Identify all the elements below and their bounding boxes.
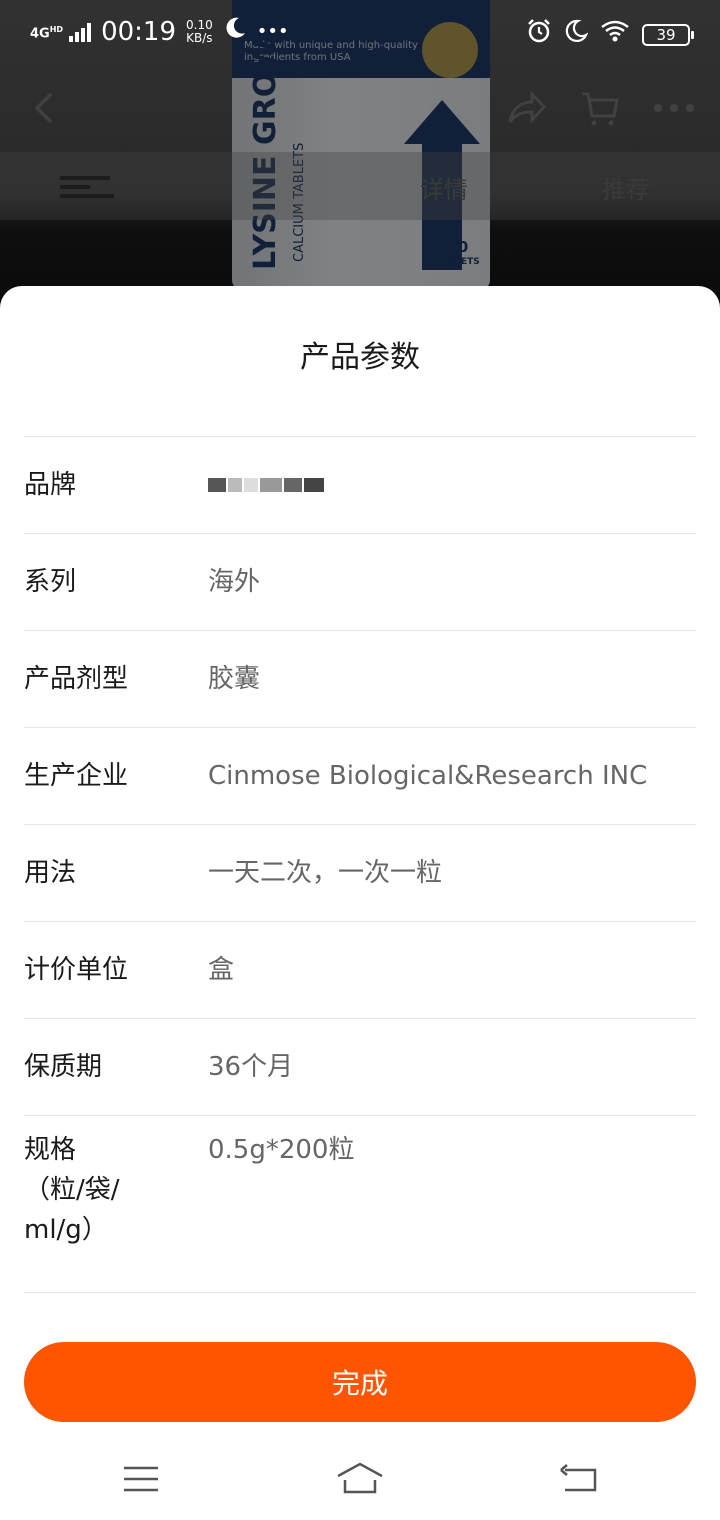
redacted-brand-name: [208, 475, 696, 495]
param-value: 盒: [208, 955, 235, 985]
signal-icon: [69, 22, 92, 42]
speed-value: 0.10: [186, 17, 213, 32]
param-label: 产品剂型: [24, 664, 129, 694]
network-suffix: HD: [49, 24, 64, 34]
network-indicator: 4GHD: [30, 23, 63, 40]
battery-icon: 39: [642, 23, 694, 46]
param-label: 保质期: [24, 1052, 103, 1082]
menu-icon[interactable]: [116, 1460, 166, 1500]
param-value-brand-redacted: [208, 475, 696, 495]
param-value: Cinmose Biological&Research INC: [208, 761, 648, 791]
home-icon[interactable]: [335, 1460, 385, 1500]
param-value: 海外: [208, 567, 261, 597]
more-notifications: •••: [256, 21, 289, 42]
system-nav-bar: [0, 1440, 720, 1520]
param-label-multiline: 规格 （粒/袋/ ml/g）: [24, 1116, 208, 1250]
param-label: 品牌: [24, 470, 77, 500]
param-list: 品牌 系列 海外 产品剂型 胶囊 生产企业 Cinmose Biological…: [24, 436, 696, 1293]
network-speed: 0.10 KB/s: [186, 17, 213, 45]
product-page-background: Made with unique and high-quality ingred…: [0, 0, 720, 320]
done-button[interactable]: 完成: [24, 1342, 696, 1422]
param-value: 一天二次，一次一粒: [208, 858, 443, 888]
status-bar: 4GHD 00:19 0.10 KB/s ••• 39: [0, 0, 720, 66]
param-row-specification: 规格 （粒/袋/ ml/g） 0.5g*200粒: [24, 1116, 696, 1293]
moon-icon: [223, 16, 247, 47]
param-value: 0.5g*200粒: [208, 1135, 355, 1165]
param-row-manufacturer: 生产企业 Cinmose Biological&Research INC: [24, 728, 696, 825]
network-type: 4G: [30, 26, 50, 42]
clock-time: 00:19: [101, 16, 176, 47]
param-label: 用法: [24, 858, 77, 888]
back-icon[interactable]: [555, 1460, 605, 1500]
param-value: 胶囊: [208, 664, 261, 694]
param-row-series: 系列 海外: [24, 534, 696, 631]
alarm-icon: [526, 18, 552, 51]
param-label: 生产企业: [24, 761, 129, 791]
param-row-dosage-form: 产品剂型 胶囊: [24, 631, 696, 728]
param-label-line: ml/g）: [24, 1215, 108, 1245]
param-label-line: （粒/袋/: [24, 1175, 120, 1205]
param-label: 计价单位: [24, 955, 129, 985]
param-row-usage: 用法 一天二次，一次一粒: [24, 825, 696, 922]
param-row-pricing-unit: 计价单位 盒: [24, 922, 696, 1019]
param-label-line: 规格: [24, 1135, 77, 1165]
param-label: 系列: [24, 567, 77, 597]
param-row-shelf-life: 保质期 36个月: [24, 1019, 696, 1116]
do-not-disturb-icon: [564, 19, 589, 50]
battery-level: 39: [656, 25, 676, 44]
product-params-sheet: 产品参数 品牌 系列 海外 产品剂型 胶囊 生产企业 Cinmose Biolo…: [0, 286, 720, 1520]
wifi-icon: [600, 19, 630, 50]
param-row-brand: 品牌: [24, 437, 696, 534]
param-value: 36个月: [208, 1052, 294, 1082]
sheet-title: 产品参数: [300, 340, 420, 375]
speed-unit: KB/s: [186, 30, 213, 45]
